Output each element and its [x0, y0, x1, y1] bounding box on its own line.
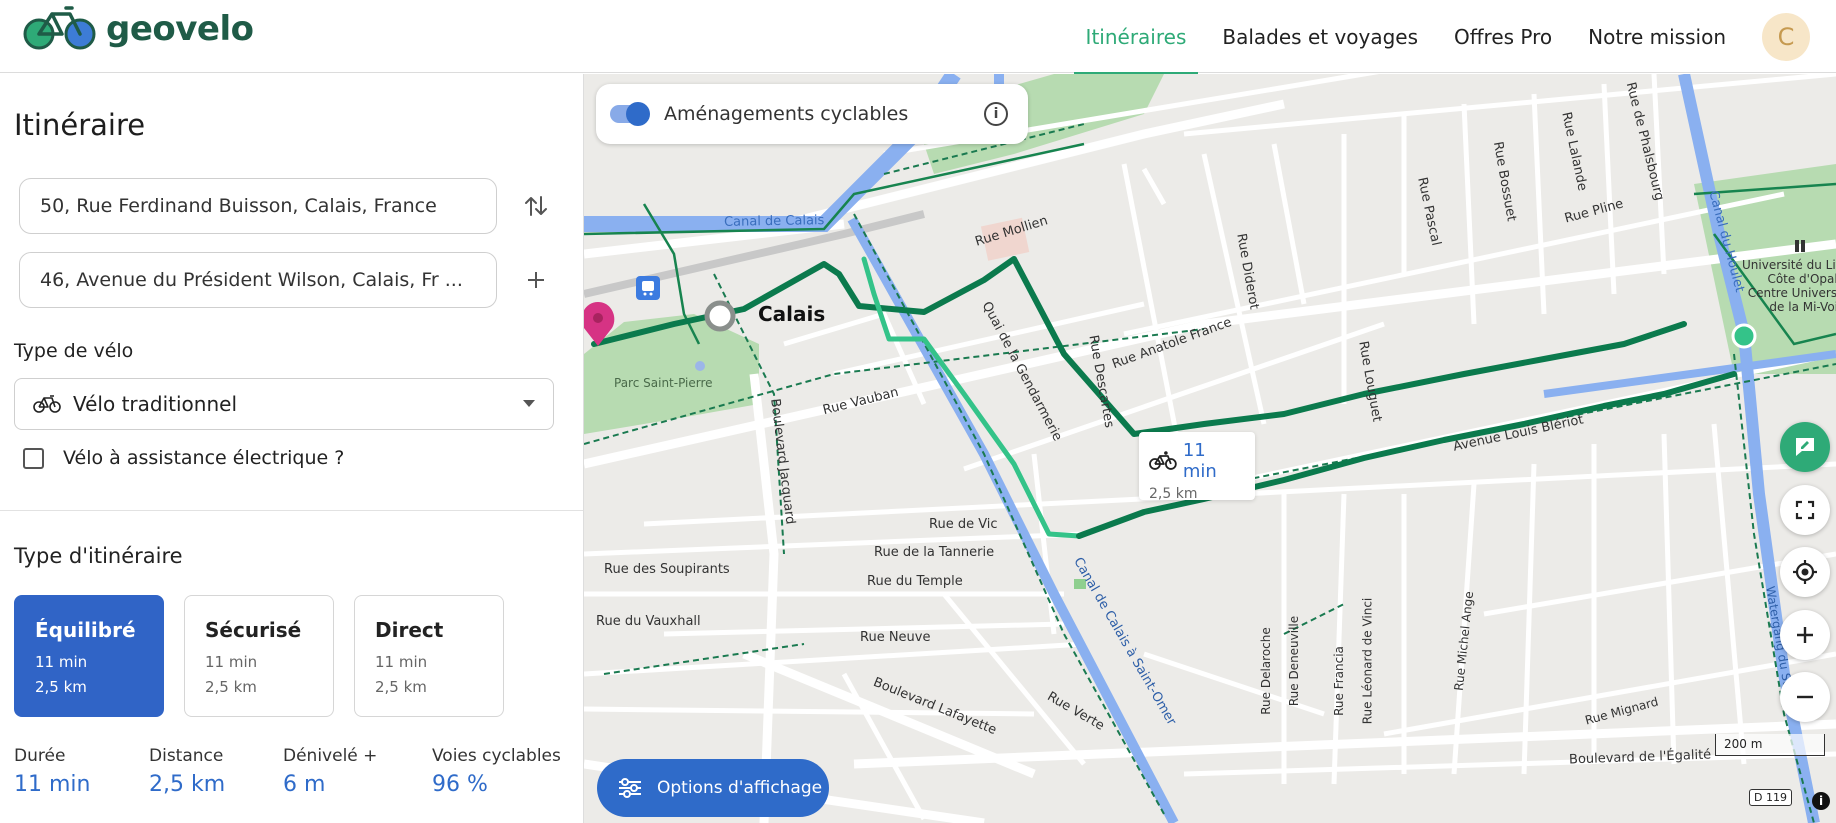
feedback-button[interactable]	[1780, 422, 1830, 472]
map-label-park: Parc Saint-Pierre	[614, 376, 713, 390]
map-label-city: Calais	[758, 302, 826, 326]
stat-distance: Distance 2,5 km	[149, 746, 225, 797]
cycle-facilities-toggle[interactable]	[610, 102, 650, 126]
map-label-street: Rue Léonard de Vinci	[1360, 597, 1375, 725]
route-option-direct[interactable]: Direct 11 min 2,5 km	[354, 595, 504, 717]
nav-offres-pro[interactable]: Offres Pro	[1454, 0, 1552, 73]
route-option-distance: 2,5 km	[375, 678, 427, 696]
nav-notre-mission[interactable]: Notre mission	[1588, 0, 1726, 73]
map-label-street: Rue de Vic	[929, 517, 998, 532]
bicycle-icon	[1149, 451, 1177, 470]
route-option-distance: 2,5 km	[35, 678, 87, 696]
poi-dot	[695, 361, 705, 371]
stat-elevation: Dénivelé + 6 m	[283, 746, 377, 797]
zoom-out-button[interactable]	[1780, 672, 1830, 722]
minus-icon	[1797, 695, 1813, 699]
bike-type-label: Type de vélo	[14, 340, 134, 362]
route-duration-label[interactable]: 11 min 2,5 km	[1139, 432, 1255, 502]
map-label-university: Université du Litt Côte d'Opale Centre U…	[1742, 258, 1836, 314]
nav-itineraires[interactable]: Itinéraires	[1073, 0, 1199, 74]
attribution-info-icon[interactable]: i	[1812, 792, 1830, 810]
train-station-icon	[636, 276, 660, 300]
bike-type-select[interactable]: Vélo traditionnel	[14, 378, 554, 430]
stat-value: 2,5 km	[149, 772, 226, 797]
ebike-label: Vélo à assistance électrique ?	[63, 447, 345, 469]
stat-label: Dénivelé +	[283, 746, 378, 766]
map-label-street: Rue de la Tannerie	[874, 545, 995, 560]
locate-button[interactable]	[1780, 547, 1830, 597]
ebike-checkbox[interactable]	[23, 448, 44, 469]
destination-marker	[1731, 323, 1757, 349]
map-label-street: Rue Neuve	[860, 630, 931, 645]
map-view[interactable]: Calais Canal de Calais Rue Mollien Rue D…	[584, 74, 1836, 823]
road-shield: D 119	[1749, 789, 1792, 806]
bicycle-logo-icon	[23, 6, 96, 50]
route-option-securise[interactable]: Sécurisé 11 min 2,5 km	[184, 595, 334, 717]
map-label-street: Rue Francia	[1331, 646, 1346, 716]
route-option-title: Direct	[375, 618, 444, 642]
route-type-label: Type d'itinéraire	[14, 544, 183, 568]
stat-value: 11 min	[14, 772, 91, 797]
stat-duration: Durée 11 min	[14, 746, 90, 797]
map-label-canal: Canal de Calais	[723, 213, 825, 230]
logo-text: geovelo	[106, 9, 254, 49]
display-options-button[interactable]: Options d'affichage	[597, 759, 829, 817]
feedback-icon	[1796, 438, 1814, 456]
route-option-time: 11 min	[205, 653, 258, 671]
stat-value: 96 %	[432, 772, 488, 797]
route-time: 11 min	[1182, 440, 1217, 482]
origin-input[interactable]: 50, Rue Ferdinand Buisson, Calais, Franc…	[19, 178, 497, 234]
fullscreen-icon	[1795, 500, 1815, 520]
map-label-street: Rue du Vauxhall	[596, 614, 701, 629]
main-nav: Itinéraires Balades et voyages Offres Pr…	[1073, 0, 1836, 74]
map-scale: 200 m	[1715, 734, 1825, 756]
geovelo-logo[interactable]: geovelo	[22, 6, 254, 52]
chevron-down-icon	[523, 400, 535, 407]
sliders-icon	[619, 778, 641, 798]
stat-value: 6 m	[283, 772, 326, 797]
stat-label: Distance	[149, 746, 224, 766]
plus-icon	[1797, 627, 1813, 643]
destination-input[interactable]: 46, Avenue du Président Wilson, Calais, …	[19, 252, 497, 308]
bicycle-icon	[33, 395, 61, 413]
map-label-street: Rue Delaroche	[1258, 627, 1273, 715]
bike-type-value: Vélo traditionnel	[73, 392, 238, 416]
route-option-distance: 2,5 km	[205, 678, 257, 696]
map-label-street: Rue Deneuville	[1287, 615, 1302, 707]
user-avatar[interactable]: C	[1762, 12, 1810, 61]
stat-label: Durée	[14, 746, 66, 766]
route-option-time: 11 min	[35, 653, 88, 671]
park-area	[584, 314, 759, 434]
route-option-title: Sécurisé	[205, 618, 302, 642]
top-header: geovelo Itinéraires Balades et voyages O…	[0, 0, 1836, 74]
swap-icon[interactable]	[520, 190, 552, 222]
map-label-street: Rue des Soupirants	[604, 562, 730, 577]
section-divider	[0, 510, 583, 511]
map-label-street: Rue du Temple	[867, 574, 963, 589]
stat-cycle-lanes: Voies cyclables 96 %	[432, 746, 561, 797]
add-waypoint-icon[interactable]	[520, 264, 552, 296]
route-option-time: 11 min	[375, 653, 428, 671]
toggle-label: Aménagements cyclables	[664, 103, 909, 125]
route-sidebar: Itinéraire 50, Rue Ferdinand Buisson, Ca…	[0, 74, 584, 823]
nav-balades-voyages[interactable]: Balades et voyages	[1222, 0, 1418, 73]
fullscreen-button[interactable]	[1780, 485, 1830, 535]
route-option-title: Équilibré	[35, 618, 136, 642]
route-distance: 2,5 km	[1149, 486, 1198, 502]
display-options-label: Options d'affichage	[657, 778, 823, 798]
stat-label: Voies cyclables	[432, 746, 561, 766]
page-title: Itinéraire	[14, 108, 146, 142]
roundabout	[704, 300, 736, 332]
cycle-facilities-toggle-card: Aménagements cyclables i	[596, 84, 1028, 144]
route-option-equilibre[interactable]: Équilibré 11 min 2,5 km	[14, 595, 164, 717]
info-icon[interactable]: i	[984, 102, 1008, 126]
locate-icon	[1793, 560, 1817, 584]
zoom-in-button[interactable]	[1780, 610, 1830, 660]
